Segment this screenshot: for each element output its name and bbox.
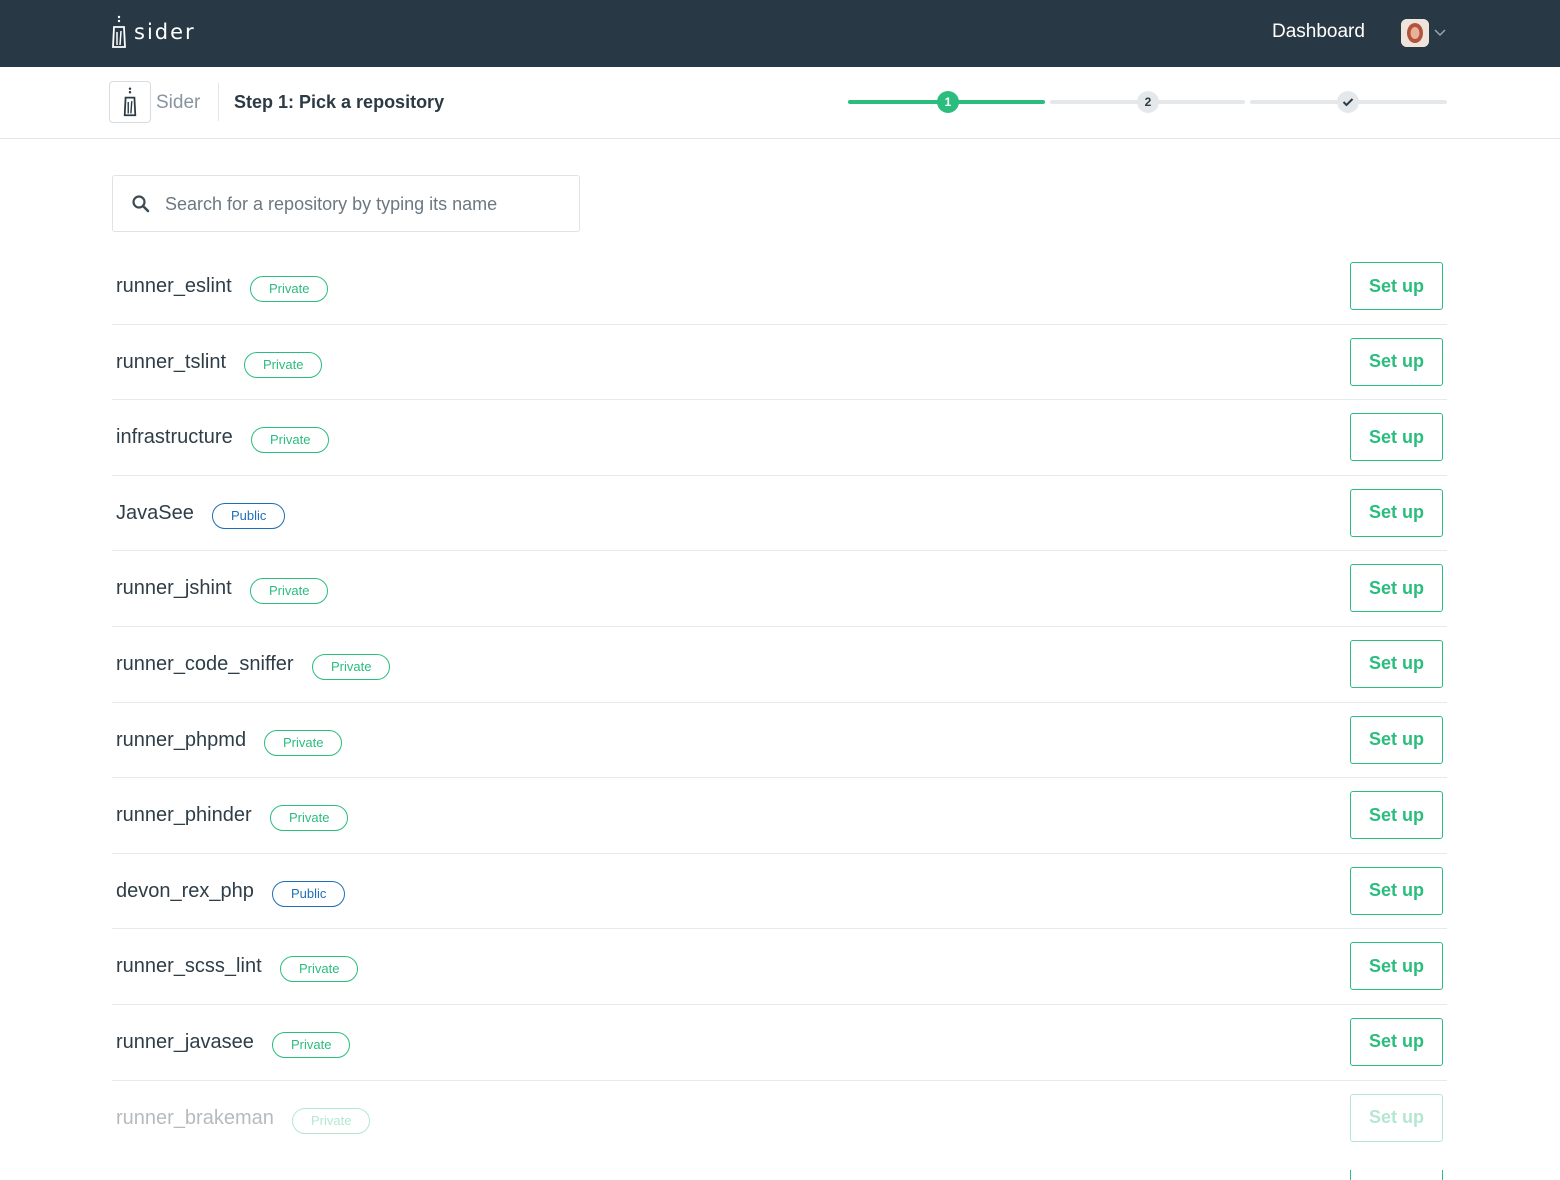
brand-logo[interactable]: sider (110, 12, 196, 52)
set-up-button[interactable]: Set up (1350, 337, 1443, 386)
chevron-down-icon[interactable] (1433, 27, 1447, 39)
repo-name[interactable]: runner_jshint (116, 577, 232, 600)
set-up-button[interactable]: Set up (1350, 413, 1443, 462)
step-header: Sider Step 1: Pick a repository 1 2 (0, 67, 1560, 139)
repo-search[interactable] (112, 175, 580, 232)
repo-name[interactable]: JavaSee (116, 502, 194, 525)
repo-row: devon_rex_php Public Set up (112, 854, 1447, 930)
visibility-badge: Private (244, 351, 323, 378)
set-up-button[interactable]: Set up (1350, 791, 1443, 840)
sider-logo-icon (112, 15, 126, 48)
repo-name[interactable]: runner_scss_lint (116, 955, 262, 978)
step-title: Step 1: Pick a repository (234, 92, 445, 112)
search-icon (132, 195, 150, 213)
repo-name[interactable]: runner_brakeman (116, 1107, 274, 1130)
visibility-badge: Private (251, 427, 330, 454)
repo-row: runner_scss_lint Private Set up (112, 929, 1447, 1005)
org-logo (109, 81, 151, 123)
avatar-image-icon (1401, 19, 1429, 47)
visibility-badge: Public (272, 880, 346, 907)
repo-name[interactable]: runner_tslint (116, 351, 226, 374)
sider-logo-icon (123, 87, 137, 117)
set-up-button[interactable]: Set up (1350, 1093, 1443, 1142)
partial-setup-button (1350, 1170, 1443, 1180)
repo-name[interactable]: runner_phpmd (116, 729, 246, 752)
top-navbar: sider Dashboard (0, 0, 1560, 67)
repo-row: JavaSee Public Set up (112, 476, 1447, 552)
set-up-button[interactable]: Set up (1350, 488, 1443, 537)
repo-name[interactable]: infrastructure (116, 426, 233, 449)
org-name: Sider (156, 92, 201, 113)
repo-row: runner_phpmd Private Set up (112, 703, 1447, 779)
visibility-badge: Private (292, 1107, 371, 1134)
repo-name[interactable]: runner_eslint (116, 275, 232, 298)
repo-row: runner_code_sniffer Private Set up (112, 627, 1447, 703)
repo-row: runner_tslint Private Set up (112, 325, 1447, 401)
visibility-badge: Private (312, 653, 391, 680)
set-up-button[interactable]: Set up (1350, 1017, 1443, 1066)
step-progress: 1 2 (848, 89, 1448, 115)
step-2-indicator: 2 (1137, 91, 1159, 113)
repo-row: runner_jshint Private Set up (112, 551, 1447, 627)
repo-name[interactable]: runner_phinder (116, 804, 252, 827)
dashboard-link[interactable]: Dashboard (1272, 21, 1365, 43)
repo-name[interactable]: devon_rex_php (116, 880, 254, 903)
set-up-button[interactable]: Set up (1350, 262, 1443, 310)
set-up-button[interactable]: Set up (1350, 942, 1443, 991)
divider (218, 83, 219, 121)
repo-name[interactable]: runner_code_sniffer (116, 653, 294, 676)
checkmark-icon (1342, 98, 1354, 107)
visibility-badge: Private (272, 1031, 351, 1058)
visibility-badge: Private (250, 578, 329, 605)
repo-row: infrastructure Private Set up (112, 400, 1447, 476)
set-up-button[interactable]: Set up (1350, 715, 1443, 764)
user-avatar[interactable] (1401, 19, 1429, 47)
set-up-button[interactable]: Set up (1350, 564, 1443, 613)
step-complete-indicator (1337, 91, 1359, 113)
visibility-badge: Public (212, 502, 286, 529)
set-up-button[interactable]: Set up (1350, 866, 1443, 915)
repo-row: runner_javasee Private Set up (112, 1005, 1447, 1081)
repo-row: runner_eslint Private Set up (112, 249, 1447, 325)
repo-name[interactable]: runner_javasee (116, 1031, 254, 1054)
repo-row: runner_phinder Private Set up (112, 778, 1447, 854)
step-1-indicator: 1 (937, 91, 959, 113)
repository-list: runner_eslint Private Set up runner_tslint P… (112, 249, 1447, 1156)
set-up-button[interactable]: Set up (1350, 639, 1443, 688)
visibility-badge: Private (280, 956, 359, 983)
visibility-badge: Private (270, 805, 349, 832)
search-input[interactable] (165, 184, 565, 224)
brand-name: sider (134, 20, 196, 44)
visibility-badge: Private (264, 729, 343, 756)
repo-row: runner_brakeman Private Set up (112, 1081, 1447, 1157)
visibility-badge: Private (250, 276, 329, 302)
